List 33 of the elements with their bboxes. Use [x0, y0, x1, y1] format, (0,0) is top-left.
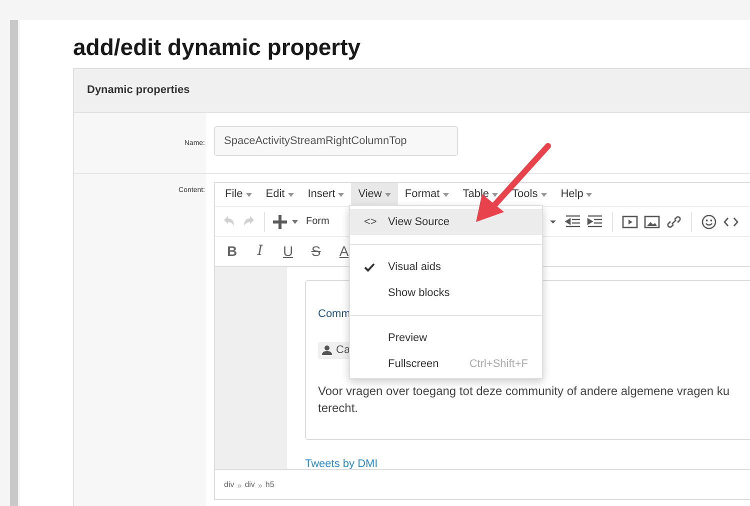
menu-item[interactable]: Help [554, 183, 600, 206]
menu-item[interactable]: Table [456, 183, 506, 206]
menu-item[interactable]: Format [398, 183, 456, 206]
twitter-link[interactable]: Tweets by DMI [305, 456, 750, 469]
breadcrumb-separator: » [258, 480, 262, 492]
element-path-item[interactable]: h5 [265, 478, 274, 490]
element-path-item[interactable]: div [224, 478, 234, 490]
text-color-button[interactable]: A [335, 241, 353, 262]
paragraph: Voor vragen over toegang tot deze community of andere algemene vragen ku [318, 383, 731, 400]
element-path-item[interactable]: div [244, 478, 255, 490]
page-title: add/edit dynamic property [73, 33, 362, 62]
content-heading: Comm [318, 307, 350, 321]
italic-button[interactable]: I [251, 241, 269, 262]
menu-item[interactable]: Tools [505, 183, 554, 206]
breadcrumb-separator: » [237, 480, 242, 492]
underline-button[interactable]: U [279, 241, 297, 262]
menu-item[interactable]: Insert [300, 183, 352, 206]
menu-item[interactable]: Show blocks [350, 280, 542, 306]
name-input-field[interactable]: SpaceActivityStreamRightColumnTop [214, 126, 458, 156]
strikethrough-button[interactable]: S [307, 241, 325, 262]
paragraph: terecht. [318, 400, 360, 417]
card-header: Dynamic properties [87, 83, 190, 98]
menu-item[interactable]: Edit [258, 183, 301, 206]
menu-item[interactable]: Visual aids [350, 254, 542, 280]
menu-item[interactable]: <> View Source [350, 209, 542, 235]
code-icon: <> [364, 214, 377, 230]
shortcut-hint: Ctrl+Shift+F [469, 356, 528, 372]
menu-item[interactable]: View [351, 183, 398, 206]
bold-button[interactable]: B [223, 241, 241, 262]
menu-item[interactable]: Fullscreen Ctrl+Shift+F [350, 351, 542, 377]
menu-item[interactable]: Preview [350, 325, 542, 351]
formats-dropdown[interactable]: Form [306, 214, 330, 229]
menu-item[interactable]: File [218, 183, 259, 206]
